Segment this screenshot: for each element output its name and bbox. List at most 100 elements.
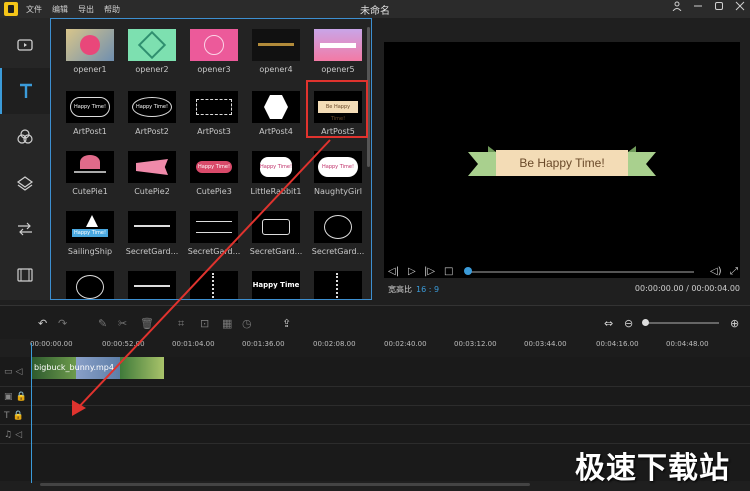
restore-icon[interactable] <box>713 1 725 14</box>
cut-icon[interactable]: ✂ <box>118 317 127 330</box>
aspect-ratio-label: 宽高比 <box>388 285 412 294</box>
template-tile[interactable] <box>59 271 121 299</box>
template-tile[interactable] <box>121 271 183 299</box>
mute-icon[interactable]: ◁ <box>15 430 22 440</box>
template-thumb <box>128 211 176 243</box>
next-frame-icon[interactable]: |▷ <box>424 266 435 277</box>
template-tile[interactable]: SecretGard... <box>121 211 183 256</box>
template-tile[interactable] <box>307 271 369 299</box>
template-tile[interactable]: Happy Time! LittleRabbit1 <box>245 151 307 196</box>
template-tile[interactable]: SecretGard... <box>245 211 307 256</box>
edit-icon[interactable]: ✎ <box>98 317 107 330</box>
mosaic-icon[interactable]: ▦ <box>222 317 232 330</box>
element-tab[interactable] <box>0 252 50 298</box>
menu-help[interactable]: 帮助 <box>104 4 120 15</box>
media-tab[interactable] <box>0 22 50 68</box>
template-thumb <box>128 271 176 299</box>
text-icon <box>20 83 32 98</box>
filter-tab[interactable] <box>0 114 50 160</box>
redo-icon[interactable]: ↷ <box>58 317 67 330</box>
zoom-crop-icon[interactable]: ⊡ <box>200 317 209 330</box>
crop-icon[interactable]: ⌗ <box>178 317 184 331</box>
timecode: 00:00:00.00 / 00:00:04.00 <box>634 284 740 293</box>
zoom-slider-track[interactable] <box>645 322 719 324</box>
template-thumb <box>314 271 362 299</box>
ruler-tick: 00:03:44.00 <box>524 340 567 348</box>
media-icon <box>17 39 33 51</box>
playhead[interactable] <box>31 343 32 483</box>
preview-panel: Be Happy Time! <box>372 18 750 300</box>
menu-edit[interactable]: 编辑 <box>52 4 68 15</box>
zoom-out-icon[interactable]: ⊖ <box>624 317 633 330</box>
user-icon[interactable] <box>671 1 683 14</box>
app-window: 文件 编辑 导出 帮助 未命名 opener1 opener2 opener3 … <box>0 0 750 491</box>
ruler-tick: 00:00:52.00 <box>102 340 145 348</box>
video-track[interactable]: ▭ ◁ bigbuck_bunny.mp4 <box>0 357 750 387</box>
template-tile[interactable]: SecretGard... <box>307 211 369 256</box>
pip-track[interactable]: ▣ 🔒 <box>0 388 750 406</box>
close-icon[interactable] <box>734 1 746 14</box>
template-tile[interactable]: Happy Time! SailingShip <box>59 211 121 256</box>
playback-controls: ◁| ▷ |▷ □ ◁) ⤢ 宽高比 16 : 9 00:00:00.00 / 0… <box>372 262 750 300</box>
overlay-tab[interactable] <box>0 160 50 206</box>
template-thumb: Happy Time! <box>66 211 114 243</box>
text-track[interactable]: T 🔒 <box>0 407 750 425</box>
app-logo-icon <box>4 2 18 16</box>
minimize-icon[interactable] <box>692 1 704 14</box>
transition-tab[interactable] <box>0 206 50 252</box>
progress-track[interactable] <box>466 271 694 273</box>
timeline-ruler[interactable]: 00:00:00.00 00:00:52.00 00:01:04.00 00:0… <box>30 339 750 357</box>
template-thumb <box>66 151 114 183</box>
template-tile[interactable]: opener4 <box>245 29 307 74</box>
text-tab[interactable] <box>0 68 50 114</box>
play-icon[interactable]: ▷ <box>408 266 416 277</box>
ruler-tick: 00:04:48.00 <box>666 340 709 348</box>
template-tile[interactable]: opener2 <box>121 29 183 74</box>
duration-icon[interactable]: ◷ <box>242 317 252 330</box>
caption-text[interactable]: Be Happy Time! <box>496 150 628 176</box>
prev-frame-icon[interactable]: ◁| <box>388 266 399 277</box>
template-tile[interactable]: opener1 <box>59 29 121 74</box>
template-tile[interactable]: Happy Time! NaughtyGirl <box>307 151 369 196</box>
mute-icon[interactable]: ◁ <box>16 367 23 377</box>
pip-track-header: ▣ 🔒 <box>4 388 30 405</box>
music-track[interactable]: ♫ ◁ <box>0 426 750 444</box>
menu-file[interactable]: 文件 <box>26 4 42 15</box>
fullscreen-icon[interactable]: ⤢ <box>730 266 738 277</box>
aspect-ratio[interactable]: 宽高比 16 : 9 <box>388 284 439 295</box>
edit-toolbar: ↶ ↷ ✎ ✂ 🗑 ⌗ ⊡ ▦ ◷ ⇪ ⇔ ⊖ ⊕ <box>0 305 750 339</box>
template-label: opener1 <box>73 65 107 74</box>
zoom-slider-knob[interactable] <box>642 319 649 326</box>
template-tile[interactable]: ArtPost3 <box>183 91 245 136</box>
template-tile[interactable]: Happy Time! ArtPost2 <box>121 91 183 136</box>
template-thumb <box>66 29 114 61</box>
template-tile[interactable]: Happy Time! ArtPost1 <box>59 91 121 136</box>
template-label: opener2 <box>135 65 169 74</box>
timeline-scrollbar[interactable] <box>40 483 530 486</box>
lock-icon[interactable]: 🔒 <box>16 392 27 402</box>
window-controls <box>671 1 746 14</box>
template-tile[interactable]: ArtPost4 <box>245 91 307 136</box>
video-clip[interactable]: bigbuck_bunny.mp4 <box>32 357 164 379</box>
fit-timeline-icon[interactable]: ⇔ <box>604 317 613 330</box>
template-tile[interactable] <box>183 271 245 299</box>
export-clip-icon[interactable]: ⇪ <box>282 317 291 330</box>
menu-export[interactable]: 导出 <box>78 4 94 15</box>
lock-icon[interactable]: 🔒 <box>13 411 24 421</box>
template-tile[interactable]: CutePie2 <box>121 151 183 196</box>
undo-icon[interactable]: ↶ <box>38 317 47 330</box>
progress-knob[interactable] <box>464 267 472 275</box>
volume-icon[interactable]: ◁) <box>710 266 722 277</box>
watermark-text: 极速下载站 <box>575 451 730 486</box>
template-label: LittleRabbit1 <box>250 187 302 196</box>
delete-icon[interactable]: 🗑 <box>140 317 154 330</box>
template-tile[interactable]: Happy Time! CutePie3 <box>183 151 245 196</box>
template-tile[interactable]: Happy Time <box>245 271 307 299</box>
template-tile[interactable]: SecretGard... <box>183 211 245 256</box>
template-tile[interactable]: CutePie1 <box>59 151 121 196</box>
stop-icon[interactable]: □ <box>444 266 453 277</box>
template-thumb <box>128 151 176 183</box>
template-tile[interactable]: opener5 <box>307 29 369 74</box>
zoom-in-icon[interactable]: ⊕ <box>730 317 739 330</box>
template-tile[interactable]: opener3 <box>183 29 245 74</box>
